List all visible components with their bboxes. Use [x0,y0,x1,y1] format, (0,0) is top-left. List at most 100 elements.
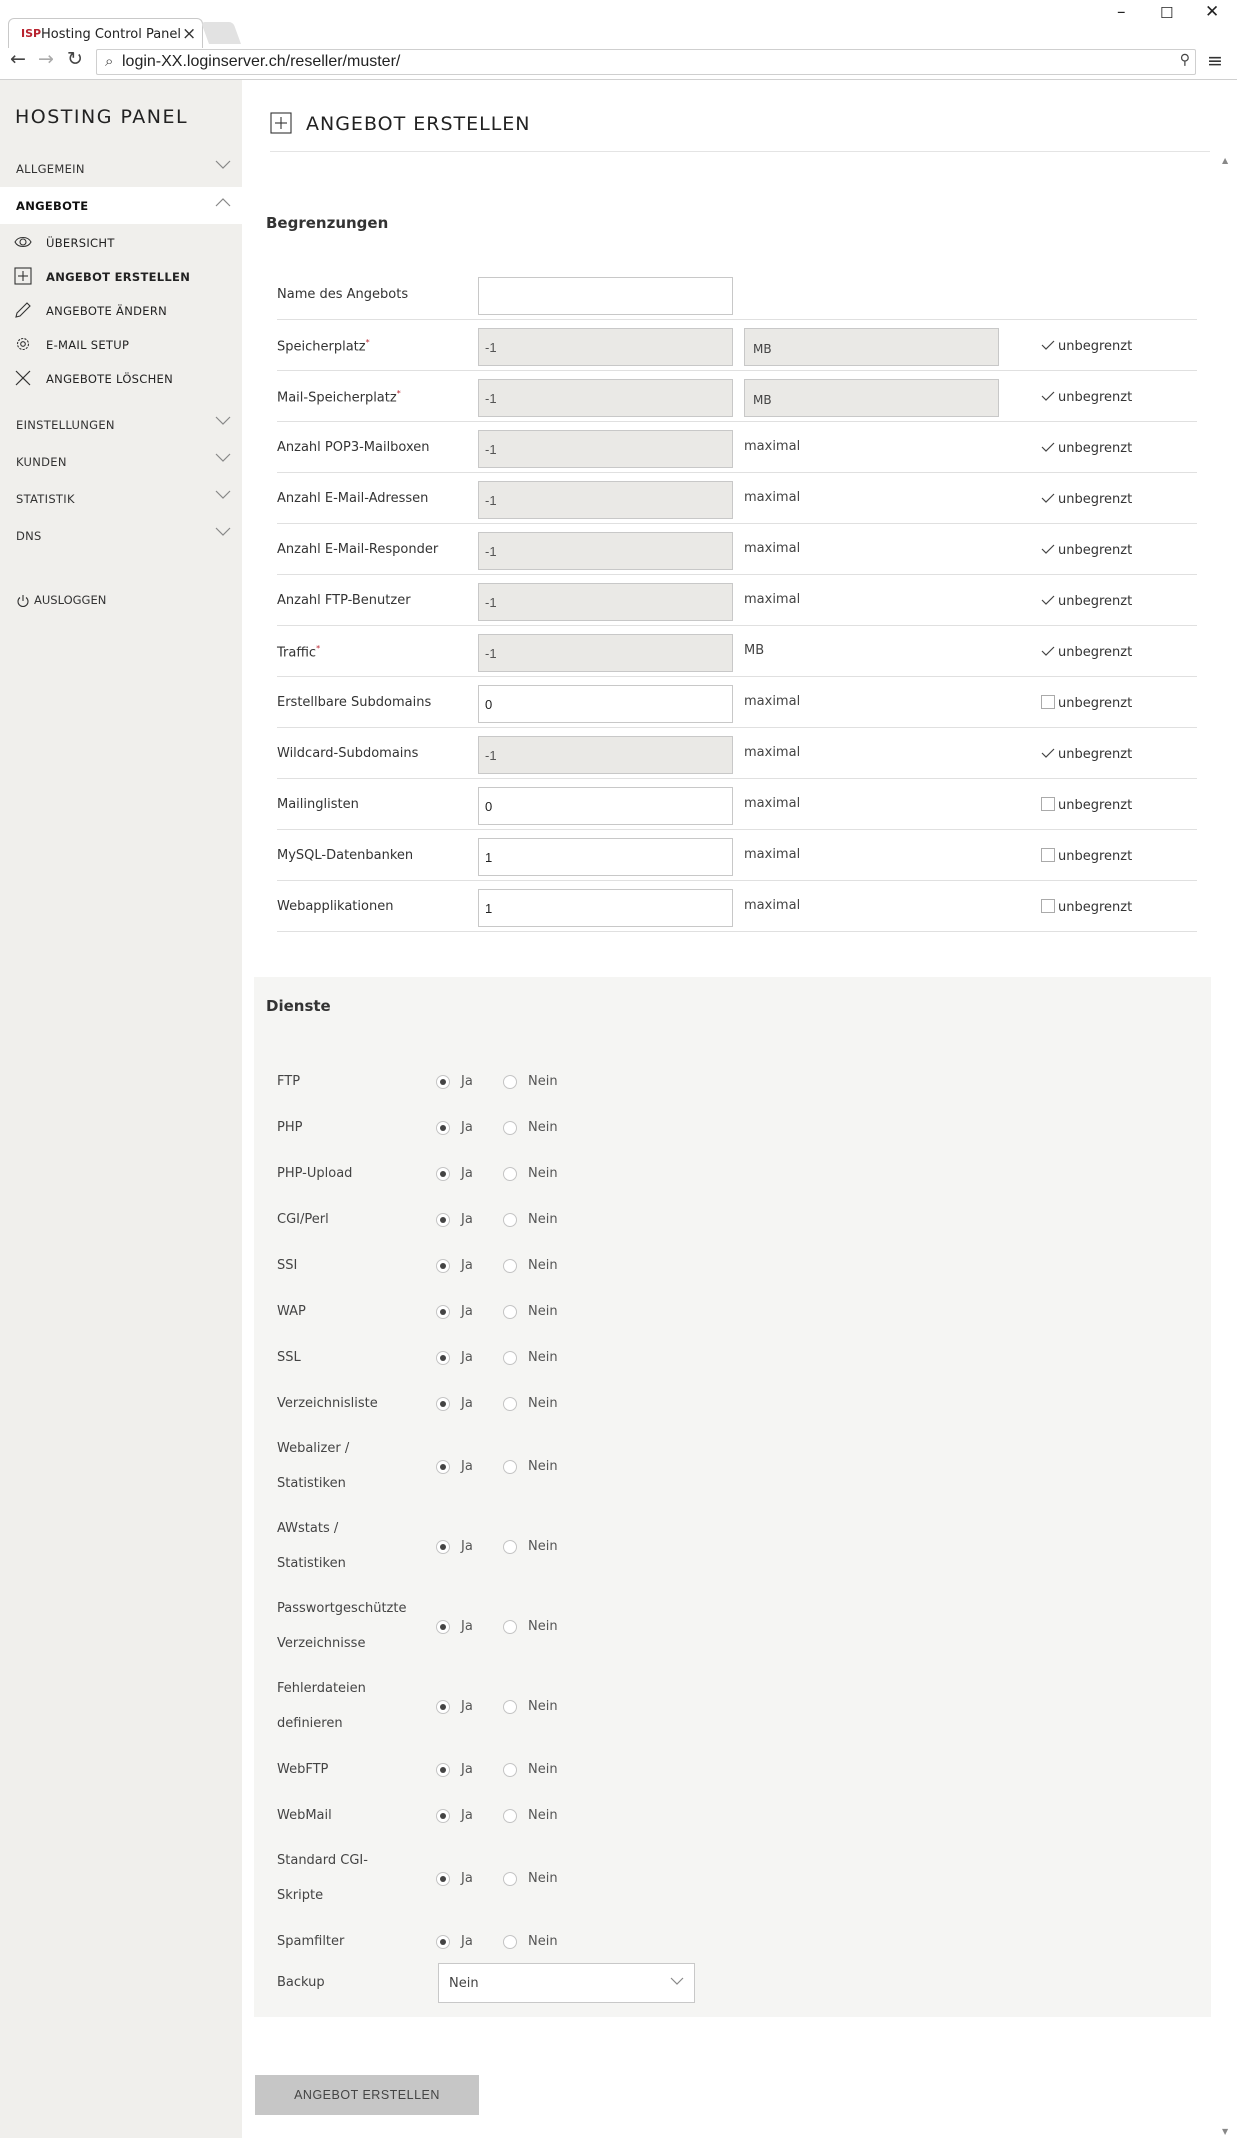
limit-input[interactable] [478,634,733,672]
unlimited-checkbox[interactable]: unbegrenzt [1041,695,1132,711]
menu-dns[interactable]: DNS [0,517,242,554]
browser-tab[interactable]: ISP Hosting Control Panel × [8,18,203,48]
sidebar-item-label: ANGEBOT ERSTELLEN [46,270,191,284]
limit-input[interactable] [478,889,733,927]
limit-input[interactable] [478,583,733,621]
unlimited-checkbox[interactable]: unbegrenzt [1041,899,1132,915]
backup-select[interactable]: Nein [438,1963,695,2003]
form-row-limit: Mail-Speicherplatz* MB unbegrenzt [277,371,1197,422]
radio-nein[interactable] [503,1121,517,1135]
sidebar-item-uebersicht[interactable]: ÜBERSICHT [0,227,242,257]
chevron-down-icon [215,160,231,169]
radio-ja[interactable] [436,1540,450,1554]
key-icon[interactable]: ⚲ [1180,52,1190,68]
radio-ja[interactable] [436,1305,450,1319]
unlimited-checkbox[interactable]: unbegrenzt [1041,593,1132,609]
limit-input[interactable] [478,430,733,468]
sidebar-item-angebote-loeschen[interactable]: ANGEBOTE LÖSCHEN [0,363,242,393]
radio-ja[interactable] [436,1763,450,1777]
unlimited-checkbox[interactable]: unbegrenzt [1041,848,1132,864]
unlimited-checkbox[interactable]: unbegrenzt [1041,644,1132,660]
radio-nein[interactable] [503,1213,517,1227]
radio-nein[interactable] [503,1763,517,1777]
sidebar-item-angebot-erstellen[interactable]: ANGEBOT ERSTELLEN [0,261,242,291]
radio-nein[interactable] [503,1305,517,1319]
scrollbar[interactable]: ▲ ▼ [1220,156,1230,2136]
unlimited-checkbox[interactable]: unbegrenzt [1041,338,1132,354]
radio-nein[interactable] [503,1809,517,1823]
radio-nein[interactable] [503,1259,517,1273]
radio-nein[interactable] [503,1700,517,1714]
radio-ja[interactable] [436,1121,450,1135]
radio-nein[interactable] [503,1872,517,1886]
new-tab-button[interactable] [200,22,242,44]
radio-ja[interactable] [436,1167,450,1181]
radio-label-ja: Ja [461,1258,473,1273]
menu-einstellungen[interactable]: EINSTELLUNGEN [0,406,242,443]
service-label-line: PHP-Upload [277,1166,353,1181]
menu-label: DNS [16,529,42,543]
browser-menu-icon[interactable]: ≡ [1207,50,1223,72]
limit-input[interactable] [478,328,733,366]
unlimited-checkbox[interactable]: unbegrenzt [1041,491,1132,507]
menu-kunden[interactable]: KUNDEN [0,443,242,480]
radio-nein[interactable] [503,1540,517,1554]
scroll-up-icon[interactable]: ▲ [1222,156,1228,165]
service-label: Passwortgeschützte Verzeichnisse [277,1591,406,1661]
radio-ja[interactable] [436,1259,450,1273]
reload-icon[interactable]: ↻ [67,48,83,70]
minimize-icon[interactable]: – [1117,2,1126,22]
address-bar[interactable]: ⌕ login-XX.loginserver.ch/reseller/muste… [96,49,1196,75]
radio-label-ja: Ja [461,1539,473,1554]
radio-ja[interactable] [436,1872,450,1886]
menu-statistik[interactable]: STATISTIK [0,480,242,517]
unlimited-checkbox[interactable]: unbegrenzt [1041,797,1132,813]
form-row-limit: Anzahl E-Mail-Responder maximal unbegrenzt [277,524,1197,575]
limit-input[interactable] [478,379,733,417]
field-label: Webapplikationen [277,899,393,914]
unlimited-checkbox[interactable]: unbegrenzt [1041,542,1132,558]
radio-ja[interactable] [436,1620,450,1634]
tab-close-icon[interactable]: × [182,24,196,44]
back-icon[interactable]: ← [10,48,26,70]
limit-input[interactable] [478,736,733,774]
sidebar-item-angebote-aendern[interactable]: ANGEBOTE ÄNDERN [0,295,242,325]
limit-input[interactable] [478,685,733,723]
limit-input[interactable] [478,481,733,519]
maximize-icon[interactable]: ☐ [1160,4,1173,22]
radio-label-nein: Nein [528,1459,558,1474]
submit-button[interactable]: ANGEBOT ERSTELLEN [255,2075,479,2115]
radio-ja[interactable] [436,1700,450,1714]
radio-ja[interactable] [436,1809,450,1823]
scroll-down-icon[interactable]: ▼ [1222,2127,1228,2136]
radio-ja[interactable] [436,1397,450,1411]
radio-ja[interactable] [436,1935,450,1949]
unlimited-checkbox[interactable]: unbegrenzt [1041,746,1132,762]
radio-nein[interactable] [503,1167,517,1181]
radio-ja[interactable] [436,1213,450,1227]
radio-ja[interactable] [436,1075,450,1089]
backup-value: Nein [449,1976,479,1991]
unlimited-checkbox[interactable]: unbegrenzt [1041,389,1132,405]
sidebar-item-email-setup[interactable]: E-MAIL SETUP [0,329,242,359]
radio-nein[interactable] [503,1075,517,1089]
limit-input[interactable] [478,838,733,876]
radio-nein[interactable] [503,1351,517,1365]
menu-allgemein[interactable]: ALLGEMEIN [0,150,242,187]
name-input[interactable] [478,277,733,315]
radio-ja[interactable] [436,1460,450,1474]
menu-angebote[interactable]: ANGEBOTE [0,187,242,224]
radio-nein[interactable] [503,1935,517,1949]
close-window-icon[interactable]: ✕ [1205,2,1219,22]
radio-ja[interactable] [436,1351,450,1365]
service-label: SSL [277,1340,301,1375]
radio-nein[interactable] [503,1397,517,1411]
unlimited-checkbox[interactable]: unbegrenzt [1041,440,1132,456]
forward-icon[interactable]: → [38,48,54,70]
radio-nein[interactable] [503,1620,517,1634]
limit-input[interactable] [478,787,733,825]
logout-link[interactable]: AUSLOGGEN [16,593,106,608]
radio-nein[interactable] [503,1460,517,1474]
limit-input[interactable] [478,532,733,570]
checkbox-empty-icon [1041,695,1055,709]
